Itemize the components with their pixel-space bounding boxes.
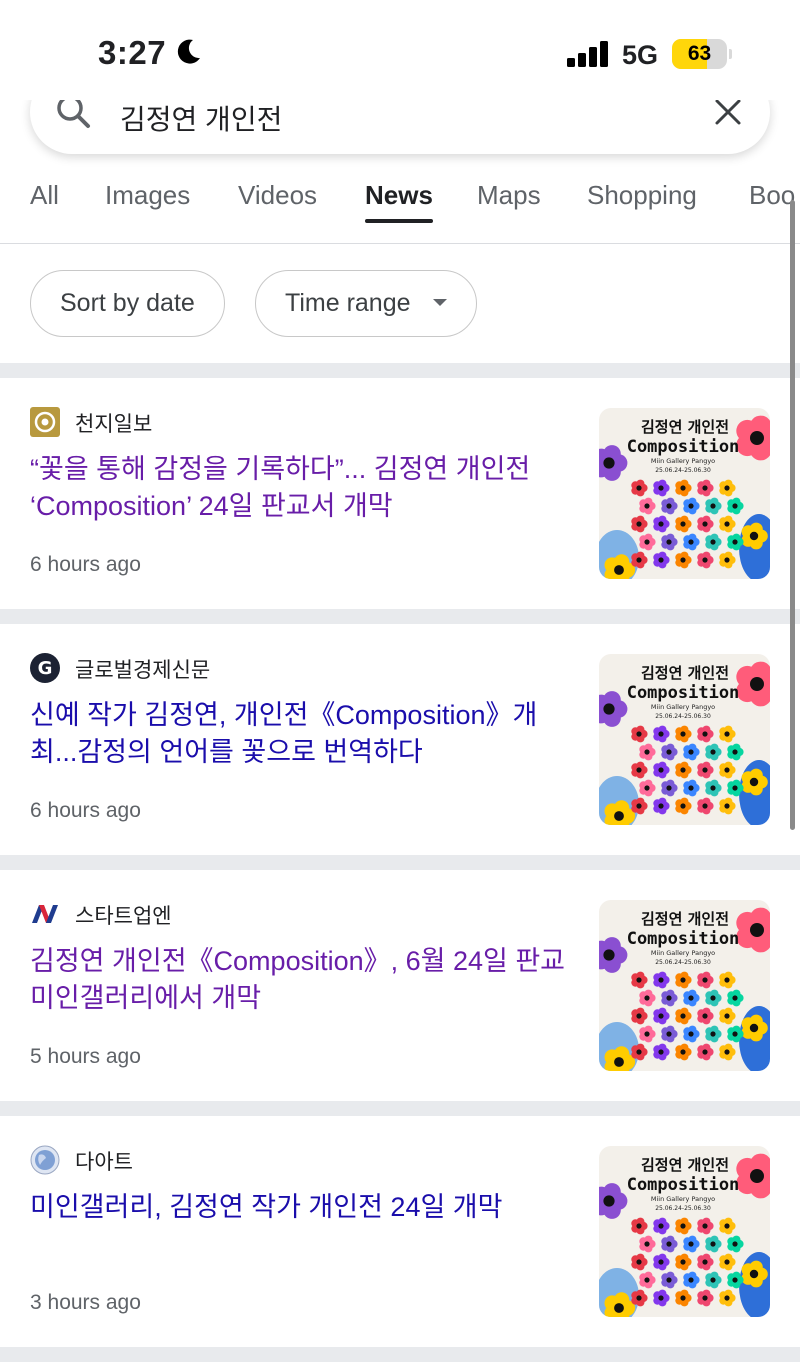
- thumbnail-dates: 25.06.24-25.06.30: [655, 467, 711, 474]
- moon-icon: [177, 39, 200, 64]
- network-label: 5G: [622, 40, 659, 70]
- status-time: 3:27: [98, 34, 167, 71]
- scrollbar[interactable]: [790, 200, 795, 830]
- headline-link[interactable]: 신예 작가 김정연, 개인전《Composition》개최...감정의 언어를 …: [30, 697, 566, 771]
- divider: [0, 855, 800, 870]
- tab-news[interactable]: News: [365, 180, 433, 211]
- news-result[interactable]: 스타트업엔 김정연 개인전《Composition》, 6월 24일 판교 미인…: [0, 870, 800, 1101]
- thumbnail-venue: Miin Gallery Pangyo: [651, 703, 715, 711]
- thumbnail-dates: 25.06.24-25.06.30: [655, 1205, 711, 1212]
- thumbnail-venue: Miin Gallery Pangyo: [651, 949, 715, 957]
- tab-all[interactable]: All: [30, 180, 59, 211]
- tab-videos[interactable]: Videos: [238, 180, 317, 211]
- article-thumbnail[interactable]: 김정연 개인전 Composition Miin Gallery Pangyo …: [599, 1146, 770, 1317]
- published-time: 6 hours ago: [30, 799, 141, 822]
- dropdown-arrow-icon: [432, 298, 447, 306]
- globe-icon: [30, 1145, 60, 1175]
- sort-by-date-chip[interactable]: Sort by date: [30, 270, 225, 337]
- search-input[interactable]: 김정연 개인전: [120, 98, 282, 138]
- search-tabs: All Images Videos News Maps Shopping Boo: [0, 160, 800, 244]
- thumbnail-subtitle: Composition: [627, 683, 740, 703]
- article-thumbnail[interactable]: 김정연 개인전 Composition Miin Gallery Pangyo …: [599, 408, 770, 579]
- thumbnail-title: 김정연 개인전: [641, 910, 729, 928]
- g-logo-icon: G: [30, 653, 60, 683]
- divider: [0, 363, 800, 378]
- thumbnail-venue: Miin Gallery Pangyo: [651, 457, 715, 465]
- divider: [0, 1347, 800, 1362]
- divider: [0, 1101, 800, 1116]
- battery-icon: 63: [672, 39, 732, 69]
- chunji-logo-icon: [30, 407, 60, 437]
- divider: [0, 609, 800, 624]
- published-time: 6 hours ago: [30, 553, 141, 576]
- n-logo-icon: [30, 899, 60, 929]
- close-icon[interactable]: [714, 98, 742, 126]
- article-thumbnail[interactable]: 김정연 개인전 Composition Miin Gallery Pangyo …: [599, 654, 770, 825]
- thumbnail-venue: Miin Gallery Pangyo: [651, 1195, 715, 1203]
- thumbnail-dates: 25.06.24-25.06.30: [655, 959, 711, 966]
- published-time: 5 hours ago: [30, 1045, 141, 1068]
- news-result[interactable]: 다아트 미인갤러리, 김정연 작가 개인전 24일 개막 3 hours ago…: [0, 1116, 800, 1347]
- headline-link[interactable]: 미인갤러리, 김정연 작가 개인전 24일 개막: [30, 1189, 566, 1226]
- headline-link[interactable]: 김정연 개인전《Composition》, 6월 24일 판교 미인갤러리에서 …: [30, 943, 566, 1017]
- signal-icon: [567, 41, 608, 67]
- article-thumbnail[interactable]: 김정연 개인전 Composition Miin Gallery Pangyo …: [599, 900, 770, 1071]
- thumbnail-subtitle: Composition: [627, 437, 740, 457]
- svg-text:G: G: [38, 658, 53, 679]
- tab-books[interactable]: Boo: [749, 180, 795, 211]
- source-name: 스타트업엔: [75, 905, 172, 928]
- source-name: 다아트: [75, 1151, 133, 1174]
- thumbnail-title: 김정연 개인전: [641, 664, 729, 682]
- tab-maps[interactable]: Maps: [477, 180, 541, 211]
- time-range-chip[interactable]: Time range: [255, 270, 477, 337]
- active-tab-indicator: [365, 219, 433, 223]
- battery-percent: 63: [687, 42, 712, 65]
- tab-images[interactable]: Images: [105, 180, 190, 211]
- headline-link[interactable]: “꽃을 통해 감정을 기록하다”... 김정연 개인전 ‘Composition…: [30, 451, 566, 525]
- news-result[interactable]: G 글로벌경제신문 신예 작가 김정연, 개인전《Composition》개최.…: [0, 624, 800, 855]
- thumbnail-title: 김정연 개인전: [641, 418, 729, 436]
- thumbnail-subtitle: Composition: [627, 1175, 740, 1195]
- news-result[interactable]: 천지일보 “꽃을 통해 감정을 기록하다”... 김정연 개인전 ‘Compos…: [0, 378, 800, 609]
- thumbnail-title: 김정연 개인전: [641, 1156, 729, 1174]
- status-bar: 3:27 5G 63: [0, 0, 800, 100]
- published-time: 3 hours ago: [30, 1291, 141, 1314]
- tab-shopping[interactable]: Shopping: [587, 180, 697, 211]
- source-name: 글로벌경제신문: [75, 659, 211, 682]
- time-range-label: Time range: [285, 289, 411, 317]
- thumbnail-dates: 25.06.24-25.06.30: [655, 713, 711, 720]
- source-name: 천지일보: [75, 413, 153, 436]
- thumbnail-subtitle: Composition: [627, 929, 740, 949]
- sort-chip-label: Sort by date: [60, 289, 195, 317]
